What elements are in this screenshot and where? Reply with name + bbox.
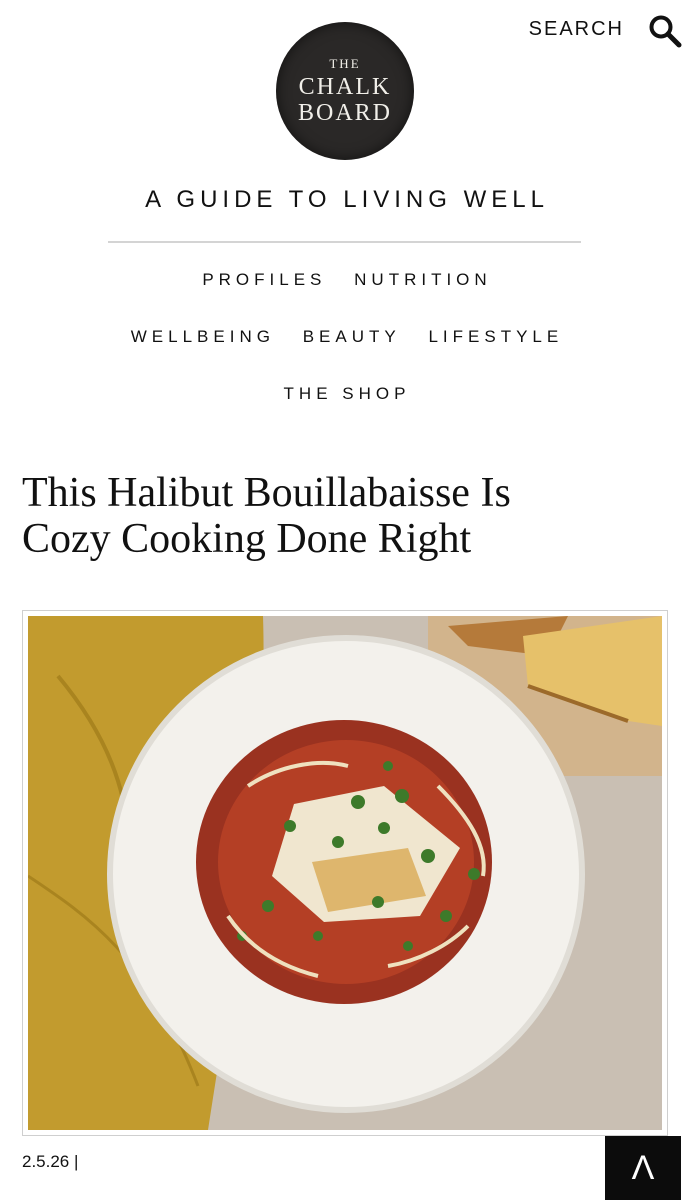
site-logo[interactable]: THE CHALK BOARD [276, 22, 414, 160]
nav-row-1: PROFILES NUTRITION [0, 270, 694, 290]
nav-item-the-shop[interactable]: THE SHOP [284, 384, 411, 404]
nav-item-lifestyle[interactable]: LIFESTYLE [428, 327, 563, 347]
search-label: SEARCH [528, 18, 624, 40]
logo-line-the: THE [329, 56, 361, 71]
nav-row-2: WELLBEING BEAUTY LIFESTYLE [0, 327, 694, 347]
article-date: 2.5.26 | [22, 1152, 79, 1171]
nav-item-nutrition[interactable]: NUTRITION [354, 270, 492, 290]
back-to-top-button[interactable]: Λ [605, 1136, 681, 1200]
search-button[interactable]: SEARCH [528, 15, 682, 48]
article-title: This Halibut Bouillabaisse Is Cozy Cooki… [22, 470, 662, 562]
article-title-line-1: This Halibut Bouillabaisse Is [22, 470, 511, 516]
nav-item-beauty[interactable]: BEAUTY [303, 327, 401, 347]
logo-line-chalk: CHALK [298, 74, 392, 100]
site-tagline: A GUIDE TO LIVING WELL [145, 186, 549, 213]
nav-item-wellbeing[interactable]: WELLBEING [131, 327, 275, 347]
header-divider [108, 241, 581, 243]
nav-item-profiles[interactable]: PROFILES [202, 270, 326, 290]
nav-row-3: THE SHOP [0, 384, 694, 404]
chevron-up-icon: Λ [631, 1148, 655, 1187]
hero-image [22, 610, 668, 1136]
search-icon [648, 14, 682, 53]
article-title-line-2: Cozy Cooking Done Right [22, 516, 472, 562]
logo-line-board: BOARD [297, 100, 392, 126]
